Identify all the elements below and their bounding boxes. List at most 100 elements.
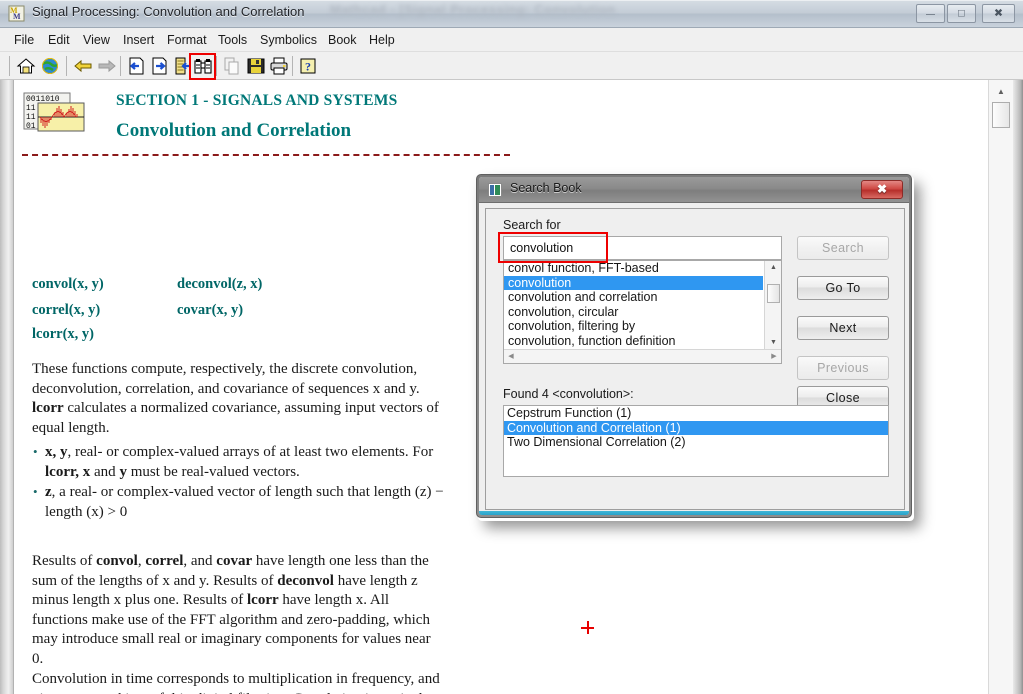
search-input[interactable] bbox=[503, 236, 782, 260]
crosshair-cursor bbox=[581, 621, 594, 634]
scroll-up-icon[interactable]: ▲ bbox=[992, 84, 1010, 100]
dialog-bottom-accent bbox=[479, 511, 909, 515]
paragraph-results: Results of convol, correl, and covar hav… bbox=[32, 552, 444, 669]
suggestion-listbox[interactable]: convol function, FFT-based convolution c… bbox=[503, 260, 782, 364]
results-listbox[interactable]: Cepstrum Function (1) Convolution and Co… bbox=[503, 405, 889, 477]
bullet-1-part2: , real- or complex-valued arrays of at l… bbox=[67, 444, 434, 460]
paragraph-description-part1: These functions compute, respectively, t… bbox=[32, 361, 420, 397]
title-divider bbox=[22, 154, 510, 156]
toolbar: ? bbox=[0, 52, 1023, 80]
previous-button[interactable]: Previous bbox=[797, 356, 889, 380]
search-for-label: Search for bbox=[503, 218, 561, 232]
suggestion-horizontal-scrollbar[interactable]: ◀ ▶ bbox=[504, 349, 781, 363]
scroll-right-icon[interactable]: ▶ bbox=[767, 350, 781, 363]
save-icon[interactable] bbox=[246, 56, 266, 76]
search-book-icon bbox=[488, 183, 502, 197]
list-item[interactable]: convol function, FFT-based bbox=[504, 261, 763, 276]
next-page-icon[interactable] bbox=[150, 56, 170, 76]
back-arrow-icon[interactable] bbox=[73, 56, 93, 76]
menu-item-file[interactable]: File bbox=[8, 31, 40, 49]
list-item[interactable]: Two Dimensional Correlation (2) bbox=[504, 435, 888, 450]
bullet-2-part2: , a real- or complex-valued vector of le… bbox=[45, 484, 444, 520]
svg-text:11: 11 bbox=[26, 113, 36, 122]
menu-item-format[interactable]: Format bbox=[161, 31, 213, 49]
search-button[interactable]: Search bbox=[797, 236, 889, 260]
window-title: Signal Processing: Convolution and Corre… bbox=[32, 4, 305, 19]
menu-item-book[interactable]: Book bbox=[322, 31, 363, 49]
forward-arrow-icon bbox=[97, 56, 117, 76]
paragraph-results-covar: covar bbox=[216, 553, 253, 569]
suggestion-list[interactable]: convol function, FFT-based convolution c… bbox=[504, 261, 763, 351]
svg-text:?: ? bbox=[305, 60, 311, 74]
paragraph-description-part2: calculates a normalized covariance, assu… bbox=[32, 400, 439, 436]
suggestion-vertical-scrollbar[interactable]: ▲ ▼ bbox=[764, 261, 781, 350]
paragraph-description-lcorr: lcorr bbox=[32, 400, 64, 416]
menu-item-view[interactable]: View bbox=[77, 31, 116, 49]
close-icon: ✖ bbox=[993, 7, 1004, 19]
go-to-button[interactable]: Go To bbox=[797, 276, 889, 300]
list-item[interactable]: Cepstrum Function (1) bbox=[504, 406, 888, 421]
list-item[interactable]: convolution, function definition bbox=[504, 334, 763, 349]
found-count-label: Found 4 <convolution>: bbox=[503, 387, 634, 401]
scroll-left-icon[interactable]: ◀ bbox=[504, 350, 518, 363]
minimize-icon: — bbox=[926, 8, 935, 18]
close-window-button[interactable]: ✖ bbox=[982, 4, 1015, 23]
document-left-margin-strip bbox=[0, 80, 14, 694]
previous-page-icon[interactable] bbox=[126, 56, 146, 76]
menu-item-edit[interactable]: Edit bbox=[42, 31, 76, 49]
list-item[interactable]: convolution, filtering by bbox=[504, 319, 763, 334]
list-item[interactable]: convolution and correlation bbox=[504, 290, 763, 305]
signal-processing-book-icon: 0011010 11 11 01 bbox=[23, 92, 85, 132]
paragraph-theory: Convolution in time corresponds to multi… bbox=[32, 671, 441, 694]
bullet-2-z: z bbox=[45, 484, 52, 500]
menu-item-tools[interactable]: Tools bbox=[212, 31, 253, 49]
paragraph-description: These functions compute, respectively, t… bbox=[32, 360, 442, 438]
menu-item-help[interactable]: Help bbox=[363, 31, 401, 49]
list-item: x, y, real- or complex-valued arrays of … bbox=[32, 442, 447, 482]
help-icon[interactable]: ? bbox=[298, 56, 318, 76]
svg-text:M: M bbox=[13, 12, 21, 21]
maximize-icon: □ bbox=[958, 7, 965, 19]
bullet-1-lcorr-x: lcorr, x bbox=[45, 463, 91, 480]
home-icon[interactable] bbox=[16, 56, 36, 76]
paragraph-results-correl: correl bbox=[145, 553, 184, 569]
dialog-body: Search for convol function, FFT-based co… bbox=[485, 208, 905, 510]
print-icon[interactable] bbox=[269, 56, 289, 76]
list-item[interactable]: convolution, circular bbox=[504, 305, 763, 320]
list-item[interactable]: Convolution and Correlation (1) bbox=[504, 420, 888, 436]
scroll-up-icon[interactable]: ▲ bbox=[765, 261, 781, 275]
bullet-1-part6: must be real-valued vectors. bbox=[126, 463, 300, 480]
title-ghost-artifact: Mathcad - [Signal Processing: Convolutio… bbox=[330, 2, 616, 17]
menu-item-symbolics[interactable]: Symbolics bbox=[254, 31, 323, 49]
document-section-title: SECTION 1 - SIGNALS AND SYSTEMS bbox=[116, 92, 398, 109]
minimize-button[interactable]: — bbox=[916, 4, 945, 23]
window-title-bar: Mathcad - [Signal Processing: Convolutio… bbox=[0, 0, 1023, 28]
paragraph-results-convol: convol bbox=[96, 553, 138, 569]
next-button[interactable]: Next bbox=[797, 316, 889, 340]
function-lcorr: lcorr(x, y) bbox=[32, 326, 94, 342]
scrollbar-thumb[interactable] bbox=[767, 284, 780, 303]
dialog-title-bar[interactable]: Search Book ✖ bbox=[479, 177, 909, 203]
svg-text:01: 01 bbox=[26, 122, 36, 131]
menu-bar: File Edit View Insert Format Tools Symbo… bbox=[0, 28, 1023, 52]
scroll-down-icon[interactable]: ▼ bbox=[765, 336, 781, 350]
document-right-edge-strip bbox=[1013, 80, 1023, 694]
list-item[interactable]: convolution bbox=[504, 275, 763, 291]
paragraph-results-deconvol: deconvol bbox=[277, 572, 334, 589]
function-correl: correl(x, y) bbox=[32, 302, 101, 318]
menu-item-insert[interactable]: Insert bbox=[117, 31, 160, 49]
list-item: z, a real- or complex-valued vector of l… bbox=[32, 482, 447, 522]
argument-bullet-list: x, y, real- or complex-valued arrays of … bbox=[32, 442, 447, 523]
web-globe-icon[interactable] bbox=[40, 56, 60, 76]
paragraph-results-lcorr: lcorr bbox=[247, 592, 279, 608]
function-deconvol: deconvol(z, x) bbox=[177, 276, 263, 292]
dialog-close-button[interactable]: ✖ bbox=[861, 180, 903, 199]
copy-icon bbox=[222, 56, 242, 76]
paragraph-results-p1: Results of bbox=[32, 553, 97, 569]
document-vertical-scrollbar[interactable]: ▲ bbox=[988, 80, 1013, 694]
application-window: Mathcad - [Signal Processing: Convolutio… bbox=[0, 0, 1023, 694]
function-convol: convol(x, y) bbox=[32, 276, 104, 292]
scrollbar-thumb[interactable] bbox=[992, 102, 1010, 128]
bullet-1-xy: x, y bbox=[45, 444, 68, 460]
maximize-button[interactable]: □ bbox=[947, 4, 976, 23]
